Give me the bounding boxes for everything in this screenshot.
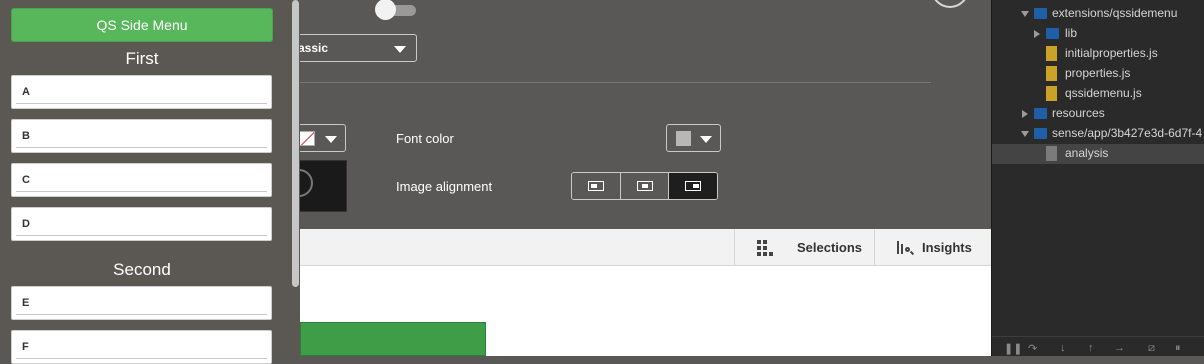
selections-button[interactable]: Selections — [757, 229, 862, 266]
tree-item-lib[interactable]: lib — [992, 24, 1204, 44]
tree-item-label: lib — [1065, 26, 1078, 40]
menu-item-a[interactable]: A — [11, 75, 272, 109]
deactivate-breakpoints-icon[interactable]: ⧄ — [1148, 342, 1155, 355]
insights-label: Insights — [922, 240, 972, 255]
collapse-arrow-icon — [1022, 110, 1028, 118]
tree-item-extensions-qssidemenu[interactable]: extensions/qssidemenu — [992, 4, 1204, 24]
align-center-icon — [636, 181, 653, 191]
tree-item-label: extensions/qssidemenu — [1052, 6, 1178, 20]
side-menu-scrollbar[interactable] — [291, 0, 300, 356]
selections-label: Selections — [797, 240, 863, 255]
tree-item-label: sense/app/3b427e3d-6d7f-4 — [1052, 126, 1203, 140]
menu-item-d[interactable]: D — [11, 207, 272, 241]
insights-icon — [896, 240, 915, 255]
tree-item-initialproperties[interactable]: initialproperties.js — [992, 44, 1204, 64]
insights-button[interactable]: Insights — [896, 229, 972, 266]
file-icon — [1046, 146, 1057, 161]
menu-item-f[interactable]: F — [11, 330, 272, 364]
green-button[interactable] — [300, 322, 486, 356]
chevron-down-icon — [700, 136, 712, 143]
collapse-arrow-icon — [1034, 30, 1040, 38]
image-alignment-label: Image alignment — [396, 179, 493, 194]
tree-item-label: analysis — [1065, 146, 1109, 160]
debugger-controls: ❚❚ ↷ ↓ ↑ → ⧄ ⏸ — [992, 336, 1204, 356]
theme-dropdown[interactable]: assic — [285, 34, 417, 62]
group-heading-first: First — [125, 49, 159, 68]
step-out-icon[interactable]: ↑ — [1088, 342, 1094, 354]
toolbar-divider — [734, 229, 735, 266]
menu-item-label: B — [22, 130, 30, 142]
tree-item-label: properties.js — [1065, 66, 1131, 80]
menu-item-label: C — [22, 174, 30, 186]
menu-item-label: D — [22, 218, 30, 230]
tree-item-properties[interactable]: properties.js — [992, 64, 1204, 84]
devtools-sources-panel: extensions/qssidemenu lib initialpropert… — [991, 0, 1204, 356]
menu-item-label: A — [22, 86, 30, 98]
tree-item-label: resources — [1052, 106, 1105, 120]
tree-item-sense-app[interactable]: sense/app/3b427e3d-6d7f-4 — [992, 124, 1204, 144]
align-left-icon — [588, 181, 604, 191]
align-right-button[interactable] — [669, 173, 717, 199]
font-color-swatch — [676, 131, 691, 146]
side-menu-title-button[interactable]: QS Side Menu — [11, 8, 273, 42]
step-icon[interactable]: → — [1114, 342, 1125, 354]
js-file-icon — [1046, 46, 1057, 61]
tree-item-label: qssidemenu.js — [1065, 86, 1142, 100]
js-file-icon — [1046, 66, 1057, 81]
font-color-dropdown[interactable] — [666, 124, 721, 152]
circle-button[interactable] — [931, 0, 969, 8]
folder-icon — [1046, 28, 1059, 39]
expand-arrow-icon — [1021, 11, 1029, 17]
tree-item-qssidemenu[interactable]: qssidemenu.js — [992, 84, 1204, 104]
menu-item-c[interactable]: C — [11, 163, 272, 197]
expand-arrow-icon — [1021, 131, 1029, 137]
tree-item-resources[interactable]: resources — [992, 104, 1204, 124]
group-heading-second: Second — [113, 260, 171, 279]
align-center-button[interactable] — [620, 173, 670, 199]
scrollbar-thumb[interactable] — [292, 0, 299, 287]
font-color-label: Font color — [396, 131, 454, 146]
folder-icon — [1034, 108, 1047, 119]
side-menu: QS Side Menu First A B C D Second E F — [0, 0, 300, 364]
toolbar-divider — [874, 229, 875, 266]
selections-icon — [757, 239, 775, 256]
theme-dropdown-value: assic — [298, 41, 329, 55]
menu-item-label: E — [22, 297, 30, 309]
pause-on-exceptions-icon[interactable]: ⏸ — [1175, 342, 1181, 355]
js-file-icon — [1046, 86, 1057, 101]
step-into-icon[interactable]: ↓ — [1060, 342, 1066, 354]
chevron-down-icon — [325, 136, 337, 143]
folder-icon — [1034, 128, 1047, 139]
menu-item-e[interactable]: E — [11, 286, 272, 320]
pause-icon[interactable]: ❚❚ — [1004, 342, 1022, 355]
align-left-button[interactable] — [572, 173, 621, 199]
tree-item-label: initialproperties.js — [1065, 46, 1158, 60]
menu-item-label: F — [22, 341, 29, 353]
menu-item-b[interactable]: B — [11, 119, 272, 153]
image-alignment-buttons — [571, 172, 718, 200]
tree-item-analysis[interactable]: analysis — [992, 144, 1204, 164]
sheet-toolbar: Selections Insights — [300, 229, 991, 266]
folder-icon — [1034, 8, 1047, 19]
color-swatch-none — [299, 131, 315, 146]
section-divider — [300, 82, 931, 83]
step-over-icon[interactable]: ↷ — [1028, 342, 1037, 355]
align-right-icon — [685, 181, 702, 191]
toggle-knob[interactable] — [375, 0, 396, 20]
chevron-down-icon — [394, 46, 406, 53]
sheet-canvas — [300, 266, 991, 356]
